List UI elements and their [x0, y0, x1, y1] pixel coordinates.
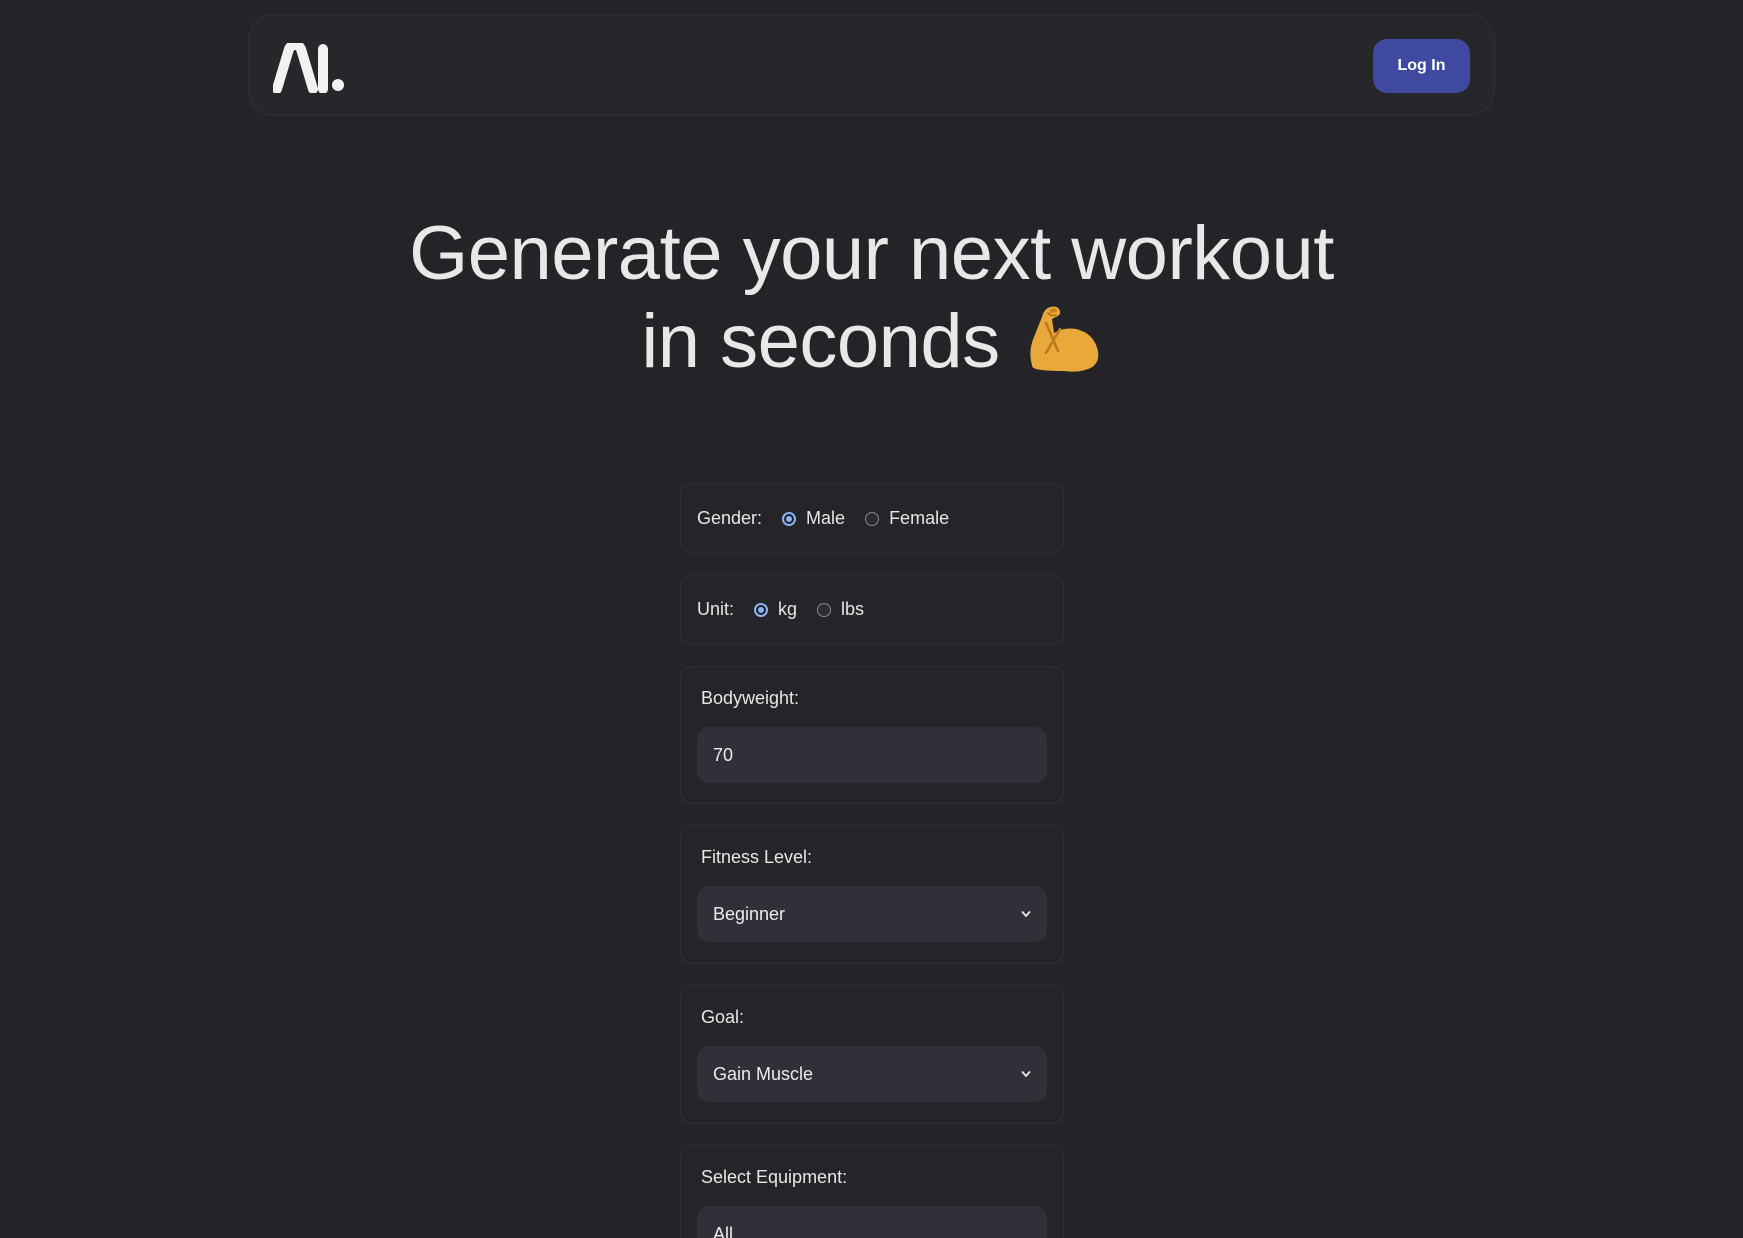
unit-kg-label: kg — [778, 599, 798, 619]
equipment-label: Select Equipment: — [701, 1167, 848, 1187]
gender-female-label: Female — [889, 508, 950, 528]
unit-lbs-label: lbs — [841, 599, 865, 619]
hero-heading: Generate your next workout in seconds — [0, 210, 1743, 386]
bodyweight-input[interactable]: 70 — [697, 727, 1047, 783]
unit-lbs-radio[interactable] — [817, 602, 832, 617]
unit-label: Unit: — [697, 599, 735, 619]
hero-line-2-text: in seconds — [641, 299, 1000, 384]
equipment-value: All — [713, 1224, 734, 1238]
bodyweight-label: Bodyweight: — [701, 688, 800, 708]
goal-label: Goal: — [701, 1007, 745, 1027]
gender-option-male[interactable]: Male — [782, 508, 845, 529]
equipment-select[interactable]: All — [697, 1206, 1047, 1238]
gender-label: Gender: — [697, 508, 763, 528]
fitness-level-select[interactable]: Beginner — [697, 886, 1047, 942]
hero-line-2: in seconds — [0, 298, 1743, 386]
bodyweight-card: Bodyweight: 70 — [680, 666, 1064, 804]
equipment-card: Select Equipment: All — [680, 1145, 1064, 1238]
hero-line-1: Generate your next workout — [409, 211, 1334, 296]
gender-male-label: Male — [806, 508, 846, 528]
flexed-biceps-icon — [1030, 306, 1098, 372]
gender-male-radio[interactable] — [782, 511, 797, 526]
gender-female-radio[interactable] — [865, 511, 880, 526]
chevron-down-icon — [1021, 911, 1031, 917]
fitness-level-label: Fitness Level: — [701, 847, 813, 867]
fitness-level-card: Fitness Level: Beginner — [680, 825, 1064, 964]
unit-option-kg[interactable]: kg — [754, 599, 797, 620]
gender-group: Gender: Male Female — [680, 483, 1064, 554]
chevron-down-icon — [1021, 1071, 1031, 1077]
navbar: Log In — [248, 14, 1495, 116]
goal-value: Gain Muscle — [713, 1063, 814, 1084]
gender-option-female[interactable]: Female — [865, 508, 949, 529]
unit-kg-radio[interactable] — [754, 602, 769, 617]
goal-select[interactable]: Gain Muscle — [697, 1046, 1047, 1102]
goal-card: Goal: Gain Muscle — [680, 985, 1064, 1124]
logo[interactable] — [273, 43, 345, 93]
login-button[interactable]: Log In — [1373, 39, 1470, 93]
unit-option-lbs[interactable]: lbs — [817, 599, 864, 620]
unit-group: Unit: kg lbs — [680, 574, 1064, 645]
bodyweight-value: 70 — [713, 744, 734, 765]
fitness-level-value: Beginner — [713, 903, 786, 924]
